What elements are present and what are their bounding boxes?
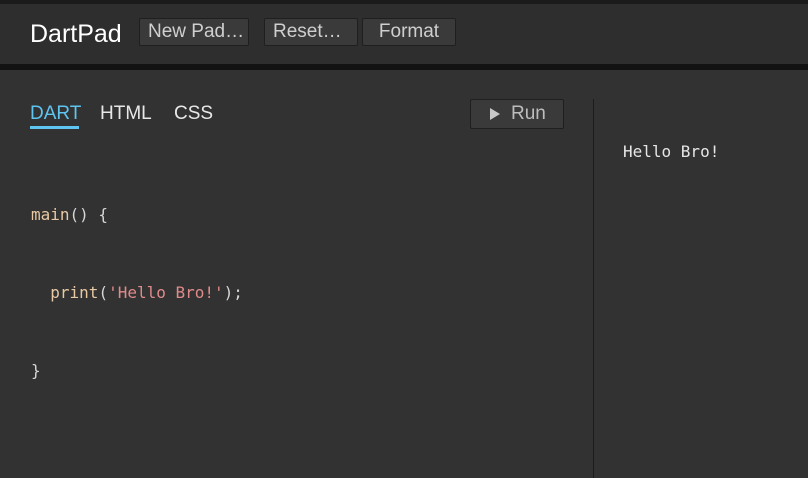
run-button-label: Run xyxy=(511,103,546,124)
new-pad-button[interactable]: New Pad… xyxy=(139,18,249,46)
tab-dart[interactable]: DART xyxy=(30,102,81,126)
code-function-name: print xyxy=(50,283,99,302)
play-icon xyxy=(490,108,500,120)
code-string-literal: 'Hello Bro!' xyxy=(108,283,224,302)
code-punctuation: ( xyxy=(98,283,109,302)
tab-html[interactable]: HTML xyxy=(100,102,152,126)
output-pane xyxy=(594,70,808,478)
console-output: Hello Bro! xyxy=(623,142,720,161)
code-line: main() { xyxy=(31,202,243,228)
pane-splitter[interactable] xyxy=(593,99,594,478)
code-function-name: main xyxy=(31,205,70,224)
reset-button[interactable]: Reset… xyxy=(264,18,358,46)
run-button[interactable]: Run xyxy=(470,99,564,129)
code-punctuation: () { xyxy=(69,205,109,224)
app-title: DartPad xyxy=(30,20,122,48)
format-button[interactable]: Format xyxy=(362,18,456,46)
code-line: } xyxy=(31,358,243,384)
code-line: print('Hello Bro!'); xyxy=(31,280,243,306)
tab-css[interactable]: CSS xyxy=(174,102,213,126)
code-editor[interactable]: main() { print('Hello Bro!'); } xyxy=(31,150,243,436)
dartpad-app: DartPad New Pad… Reset… Format DART HTML… xyxy=(0,0,808,478)
code-punctuation: } xyxy=(31,361,41,380)
active-tab-indicator xyxy=(30,126,79,129)
app-header: DartPad New Pad… Reset… Format xyxy=(0,4,808,64)
code-punctuation: ); xyxy=(223,283,243,302)
